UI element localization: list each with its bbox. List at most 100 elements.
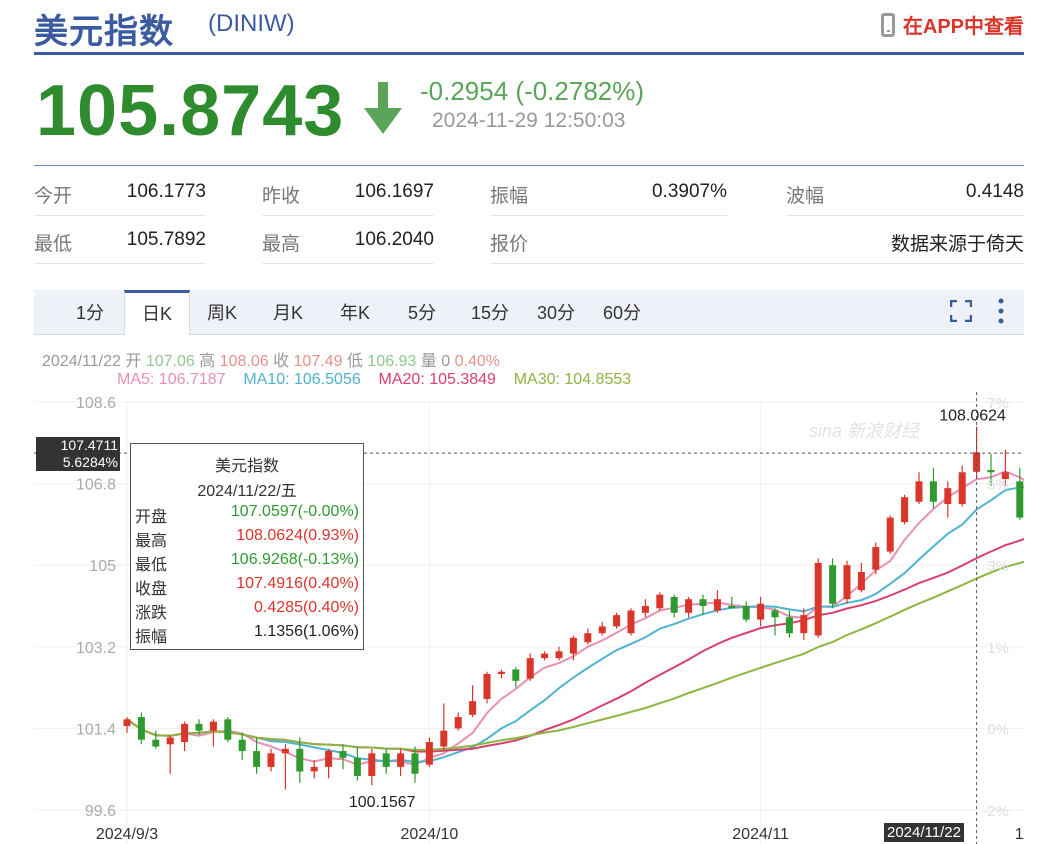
pct-tick-label: 3% — [987, 558, 1009, 575]
candle-body — [181, 723, 189, 742]
tab-1min[interactable]: 1分 — [64, 290, 116, 334]
down-arrow-icon — [364, 82, 402, 134]
candle-body — [483, 674, 491, 699]
stats-row: 最低 105.7892 最高 106.2040 报价 数据来源于倚天 — [34, 216, 1024, 264]
tab-yearly[interactable]: 年K — [329, 290, 381, 334]
tab-daily[interactable]: 日K — [124, 290, 190, 335]
stats-table: 今开 106.1773 昨收 106.1697 振幅 0.3907% 波幅 0.4148… — [34, 168, 1024, 264]
candle-body — [713, 599, 721, 611]
candle-body — [973, 452, 981, 472]
quote-time: 2024-11-29 12:50:03 — [432, 109, 626, 132]
candle-body — [785, 617, 793, 634]
price-change: -0.2954 (-0.2782%) — [420, 76, 645, 106]
pct-tick-label: -2% — [982, 803, 1009, 820]
pct-tick-label: 5% — [987, 477, 1009, 494]
candle-body — [627, 610, 635, 634]
tooltip-row: 涨跌 0.4285(0.40%) — [135, 599, 359, 622]
candle-body — [440, 730, 448, 747]
pct-tick-label: 1% — [987, 640, 1009, 657]
candle-body — [915, 481, 923, 502]
extreme-label: 100.1567 — [349, 794, 416, 811]
candle-body — [641, 606, 649, 613]
candle-body — [454, 717, 462, 729]
symbol-code: (DINIW) — [208, 10, 295, 37]
candle-body — [958, 472, 966, 504]
pct-tick-label: 0% — [987, 721, 1009, 738]
candle-body — [929, 481, 937, 502]
candle-body — [469, 701, 477, 715]
candle-body — [886, 517, 894, 552]
crosshair-date-label: 2024/11/22 — [884, 823, 964, 842]
x-tick-label: 2024/11 — [732, 826, 789, 843]
more-icon[interactable] — [998, 298, 1004, 324]
stat-range: 波幅 0.4148 — [786, 168, 1024, 216]
tooltip-row: 收盘 107.4916(0.40%) — [135, 575, 359, 598]
candle-body — [685, 599, 693, 613]
candle-body — [872, 547, 880, 570]
stat-high: 最高 106.2040 — [262, 216, 434, 264]
last-price: 105.8743 — [36, 71, 345, 151]
tab-60min[interactable]: 60分 — [594, 290, 650, 334]
candle-body — [728, 606, 736, 609]
candle-body — [310, 766, 318, 772]
candle-body — [987, 470, 995, 473]
page-title: 美元指数 — [34, 13, 174, 51]
candle-body — [814, 562, 822, 636]
tab-monthly[interactable]: 月K — [262, 290, 314, 334]
stat-open: 今开 106.1773 — [34, 168, 206, 216]
tooltip-row: 振幅 1.1356(1.06%) — [135, 623, 359, 646]
candle-body — [555, 651, 563, 659]
candle-body — [800, 615, 808, 634]
candle-body — [224, 719, 232, 740]
candle-body — [569, 637, 577, 654]
candle-body — [137, 717, 145, 740]
period-tabs: 1分 日K 周K 月K 年K 5分 15分 30分 60分 — [34, 290, 1024, 335]
tab-30min[interactable]: 30分 — [528, 290, 584, 334]
stat-low: 最低 105.7892 — [34, 216, 206, 264]
ohlc-tooltip: 美元指数 2024/11/22/五 开盘 107.0597(-0.00%) 最高 1… — [130, 443, 364, 650]
candle-body — [757, 603, 765, 620]
candle-body — [742, 606, 750, 620]
candle-body — [598, 626, 606, 634]
candle-body — [656, 594, 664, 609]
candle-body — [353, 757, 361, 776]
candle-body — [123, 719, 131, 727]
candle-body — [857, 572, 865, 591]
x-tick-label: 2024/9/3 — [96, 826, 158, 843]
candle-body — [512, 669, 520, 681]
candle-body — [843, 565, 851, 600]
y-tick-label: 106.8 — [76, 477, 116, 494]
fullscreen-icon[interactable] — [950, 300, 972, 322]
candle-body — [267, 753, 275, 767]
candle-body — [339, 751, 347, 758]
ma5-label: MA5: 106.7187 — [117, 371, 226, 388]
candle-body — [281, 748, 289, 754]
candle-body — [296, 748, 304, 772]
open-in-app-link[interactable]: 在APP中查看 — [880, 10, 1024, 39]
tooltip-row: 开盘 107.0597(-0.00%) — [135, 503, 359, 526]
candle-body — [699, 599, 707, 606]
y-tick-label: 101.4 — [76, 721, 116, 738]
candle-body — [944, 488, 952, 504]
tab-15min[interactable]: 15分 — [462, 290, 518, 334]
tab-5min[interactable]: 5分 — [396, 290, 448, 334]
candle-body — [670, 596, 678, 613]
candle-body — [613, 615, 621, 627]
stats-row: 今开 106.1773 昨收 106.1697 振幅 0.3907% 波幅 0.4148 — [34, 168, 1024, 216]
candle-body — [541, 653, 549, 659]
stat-amplitude: 振幅 0.3907% — [490, 168, 727, 216]
y-tick-label: 99.6 — [85, 803, 116, 820]
tooltip-title: 美元指数 — [214, 458, 279, 475]
tooltip-row: 最高 108.0624(0.93%) — [135, 527, 359, 550]
candle-body — [382, 753, 390, 767]
candle-body — [368, 753, 376, 776]
y-tick-label: 108.6 — [76, 395, 116, 412]
candle-body — [195, 723, 203, 731]
candle-body — [238, 739, 246, 752]
ma20-label: MA20: 105.3849 — [378, 371, 496, 388]
tab-weekly[interactable]: 周K — [196, 290, 248, 334]
tooltip-date: 2024/11/22/五 — [197, 483, 297, 500]
ma10-label: MA10: 106.5056 — [243, 371, 361, 388]
candle-body — [425, 742, 433, 765]
candle-body — [901, 497, 909, 523]
